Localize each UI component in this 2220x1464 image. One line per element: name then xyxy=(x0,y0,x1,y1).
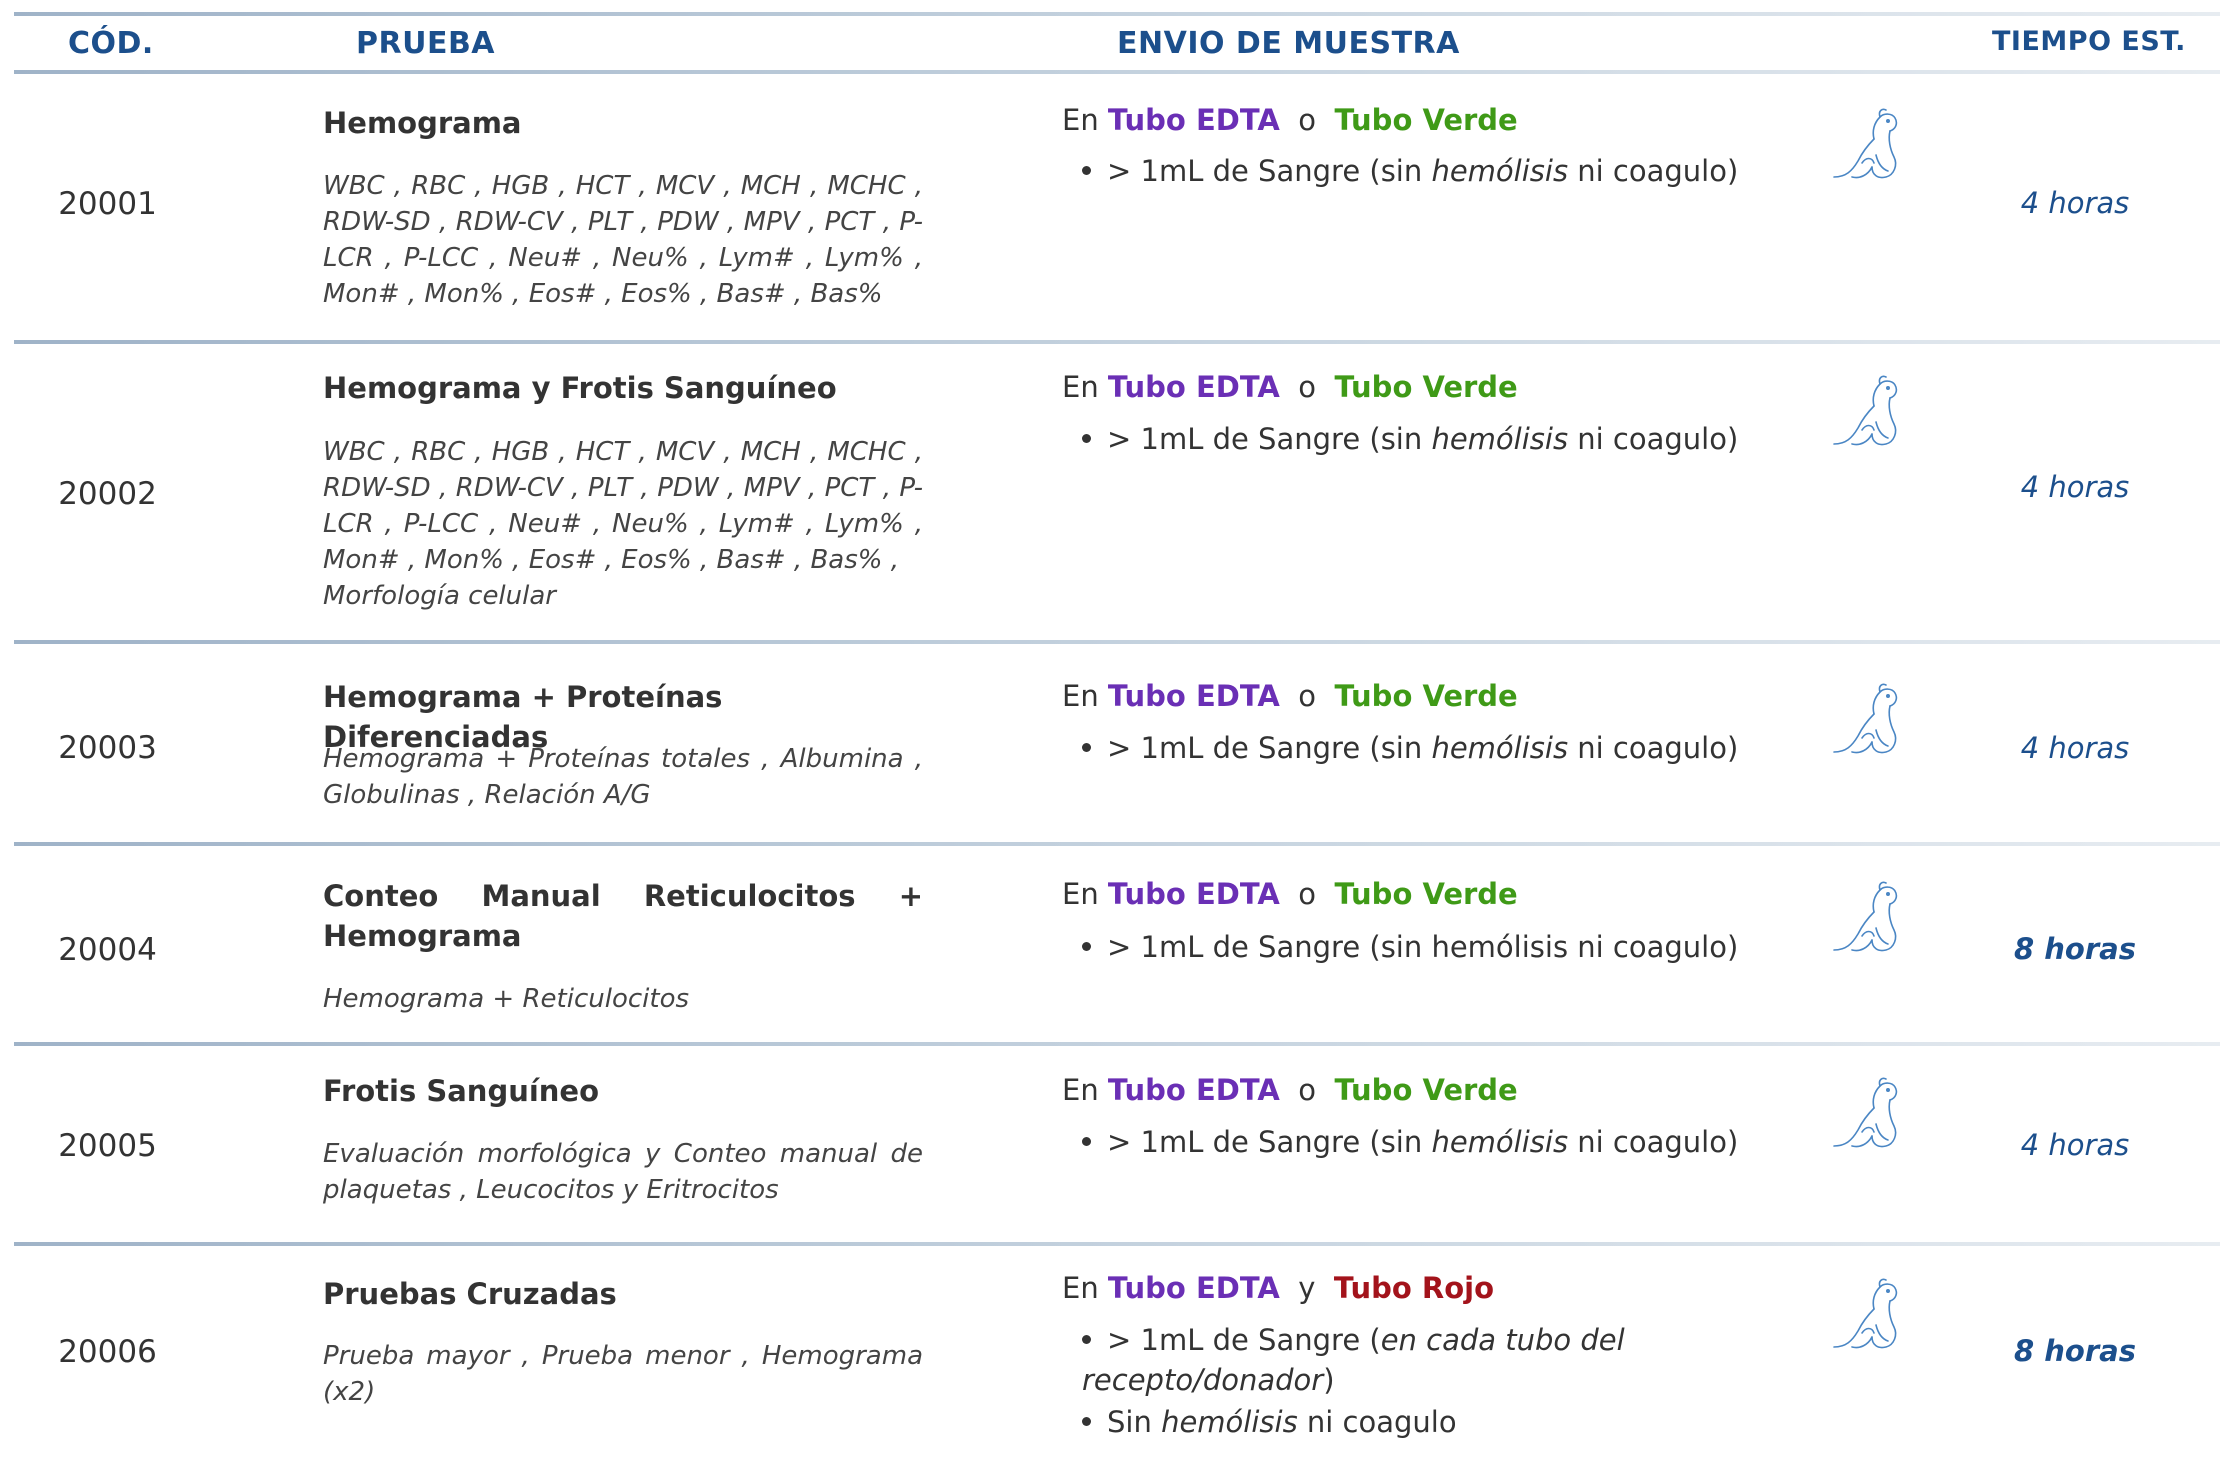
header-top-rule xyxy=(14,12,2220,16)
dog-and-cat-outline-icon xyxy=(1833,1077,1898,1148)
row-shipping: En Tubo EDTA o Tubo Verde xyxy=(1062,1073,1518,1107)
row-divider xyxy=(14,1242,2220,1246)
sample-bullet: > 1mL de Sangre (sin hemólisis ni coagul… xyxy=(1082,728,1738,768)
tubo-edta-label: Tubo EDTA xyxy=(1107,679,1280,713)
row-code: 20003 xyxy=(58,730,157,766)
dog-and-cat-outline-icon xyxy=(1833,683,1898,754)
header-shipping: ENVIO DE MUESTRA xyxy=(1117,26,1460,61)
row-code: 20001 xyxy=(58,186,157,222)
row-time: 4 horas xyxy=(2020,1128,2130,1162)
row-title: Hemograma xyxy=(323,106,522,140)
sample-bullet: > 1mL de Sangre (sin hemólisis ni coagul… xyxy=(1082,151,1738,191)
row-shipping: En Tubo EDTA o Tubo Verde xyxy=(1062,370,1518,404)
row-title: Frotis Sanguíneo xyxy=(323,1074,600,1108)
tubo-edta-label: Tubo EDTA xyxy=(1107,1271,1280,1305)
dog-and-cat-outline-icon xyxy=(1833,108,1898,179)
row-code: 20006 xyxy=(58,1334,157,1370)
row-code: 20005 xyxy=(58,1128,157,1164)
row-description: WBC , RBC , HGB , HCT , MCV , MCH , MCHC… xyxy=(323,437,923,575)
tubo-verde-label: Tubo Verde xyxy=(1334,103,1518,137)
row-time: 4 horas xyxy=(2020,186,2130,220)
tubo-edta-label: Tubo EDTA xyxy=(1107,103,1280,137)
row-shipping: En Tubo EDTA y Tubo Rojo xyxy=(1062,1271,1494,1305)
tubo-verde-label: Tubo Verde xyxy=(1334,370,1518,404)
row-time: 4 horas xyxy=(2020,731,2130,765)
tubo-verde-label: Tubo Verde xyxy=(1334,1073,1518,1107)
row-shipping: En Tubo EDTA o Tubo Verde xyxy=(1062,103,1518,137)
tubo-edta-label: Tubo EDTA xyxy=(1107,877,1280,911)
tubo-edta-label: Tubo EDTA xyxy=(1107,370,1280,404)
row-description: Prueba mayor , Prueba menor , Hemograma … xyxy=(323,1341,923,1407)
tubo-rojo-label: Tubo Rojo xyxy=(1333,1271,1494,1305)
sample-bullet: > 1mL de Sangre (en cada tubo del recept… xyxy=(1082,1323,1625,1397)
row-time: 8 horas xyxy=(2014,1334,2136,1368)
sample-bullet: > 1mL de Sangre (sin hemólisis ni coagul… xyxy=(1082,927,1738,967)
row-time: 8 horas xyxy=(2014,932,2136,966)
tubo-verde-label: Tubo Verde xyxy=(1334,679,1518,713)
row-code: 20004 xyxy=(58,932,157,968)
row-time: 4 horas xyxy=(2020,470,2130,504)
row-description-last: Morfología celular xyxy=(323,581,556,611)
dog-and-cat-outline-icon xyxy=(1833,375,1898,446)
row-divider xyxy=(14,640,2220,644)
row-divider xyxy=(14,340,2220,344)
row-title: Pruebas Cruzadas xyxy=(323,1277,617,1311)
tubo-edta-label: Tubo EDTA xyxy=(1107,1073,1280,1107)
row-description: Hemograma + Proteínas totales , Albumina… xyxy=(323,744,923,810)
dog-and-cat-outline-icon xyxy=(1833,1278,1898,1349)
dog-and-cat-outline-icon xyxy=(1833,881,1898,952)
sample-bullet: > 1mL de Sangre (sin hemólisis ni coagul… xyxy=(1082,419,1738,459)
tubo-verde-label: Tubo Verde xyxy=(1334,877,1518,911)
sample-bullet: > 1mL de Sangre (sin hemólisis ni coagul… xyxy=(1082,1122,1738,1162)
header-bottom-rule xyxy=(14,70,2220,74)
header-time: TIEMPO EST. xyxy=(1992,26,2186,57)
row-title: Hemograma y Frotis Sanguíneo xyxy=(323,371,837,405)
sample-bullet-2: Sin hemólisis ni coagulo xyxy=(1082,1402,1457,1442)
row-shipping: En Tubo EDTA o Tubo Verde xyxy=(1062,679,1518,713)
row-shipping: En Tubo EDTA o Tubo Verde xyxy=(1062,877,1518,911)
row-divider xyxy=(14,1042,2220,1046)
row-description: Hemograma + Reticulocitos xyxy=(323,984,690,1014)
header-test: PRUEBA xyxy=(356,26,496,61)
row-title-line2: Hemograma xyxy=(323,919,522,953)
row-title-line1: Conteo Manual Reticulocitos + xyxy=(323,879,923,913)
header-code: CÓD. xyxy=(68,26,154,61)
row-code: 20002 xyxy=(58,476,157,512)
row-divider xyxy=(14,842,2220,846)
row-description: Evaluación morfológica y Conteo manual d… xyxy=(323,1139,923,1205)
row-description: WBC , RBC , HGB , HCT , MCV , MCH , MCHC… xyxy=(323,171,923,309)
